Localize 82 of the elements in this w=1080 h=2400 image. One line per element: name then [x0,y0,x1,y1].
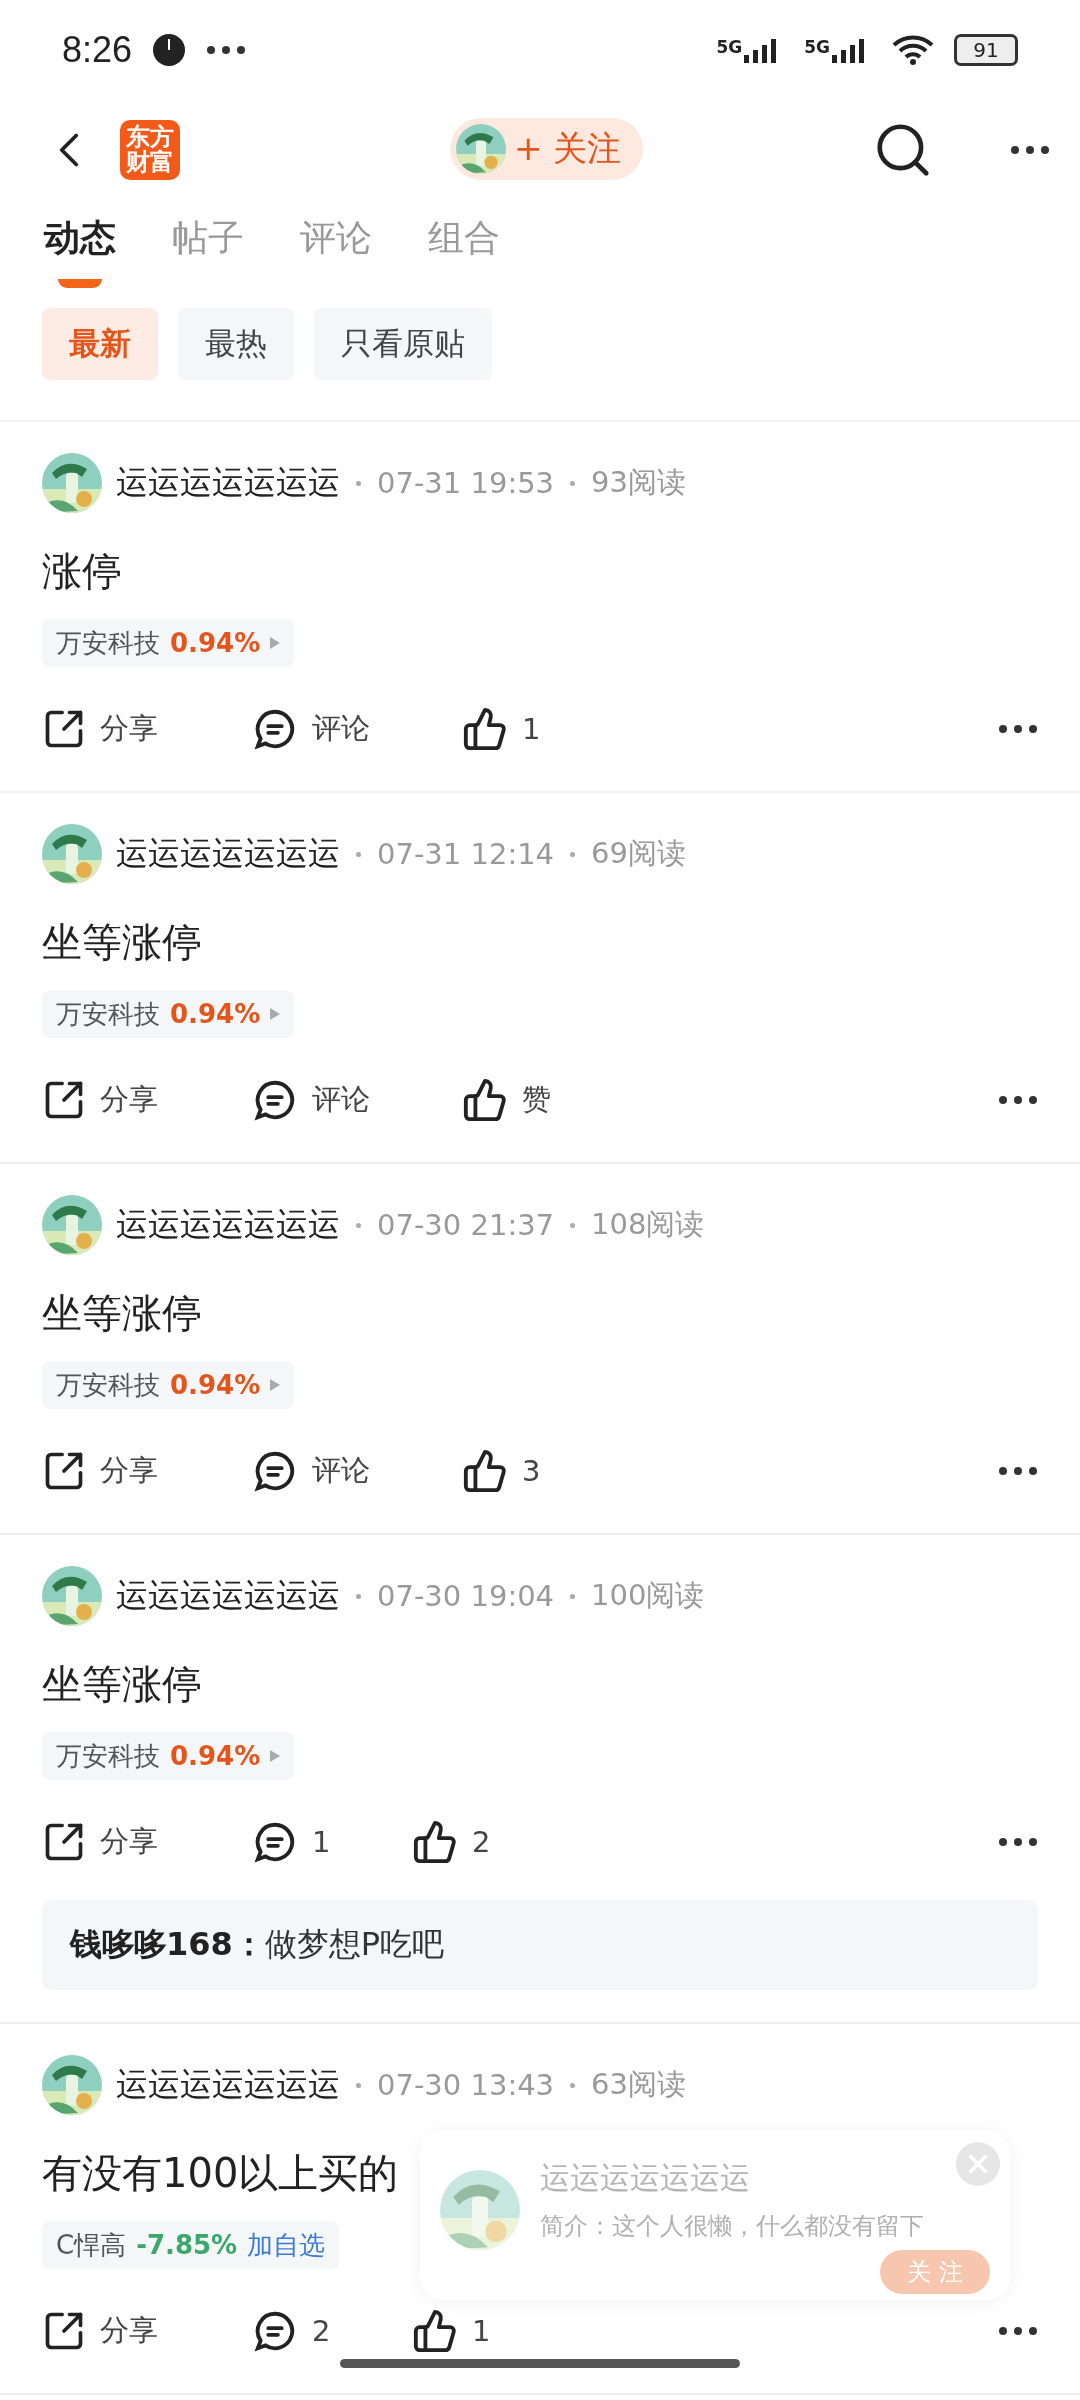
reply-preview[interactable]: 钱哆哆168：做梦想P吃吧 [42,1900,1038,1990]
author-name[interactable]: 运运运运运运运 [116,1203,340,1247]
caret-icon [270,637,281,649]
read-count: 108阅读 [591,1206,705,1243]
stock-name: 万安科技 [56,1739,160,1773]
like-label[interactable]: 1 [472,2314,491,2348]
like-icon[interactable] [462,706,508,752]
post-content: 坐等涨停 [42,1289,202,1338]
like-label[interactable]: 3 [522,1454,541,1488]
author-name[interactable]: 运运运运运运运 [116,2063,340,2107]
read-count: 100阅读 [591,1577,705,1614]
more-icon[interactable] [998,1837,1038,1847]
author-name[interactable]: 运运运运运运运 [116,1574,340,1618]
reply-user[interactable]: 钱哆哆168： [70,1923,265,1967]
wifi-icon [892,34,934,66]
stock-tag[interactable]: C悍高 -7.85% 加自选 [42,2221,340,2269]
post-time: 07-31 19:53 [377,466,555,500]
stock-change: 0.94% [170,999,261,1029]
filter-chip[interactable]: 最热 [178,308,294,380]
post-content: 坐等涨停 [42,918,202,967]
caret-icon [270,1750,281,1762]
share-label[interactable]: 分享 [100,2311,158,2351]
more-icon[interactable] [1010,145,1050,155]
comment-label[interactable]: 1 [312,1825,331,1859]
stock-change: 0.94% [170,1370,261,1400]
share-label[interactable]: 分享 [100,1080,158,1120]
tab[interactable]: 动态 [44,214,116,288]
post-time: 07-30 13:43 [377,2068,555,2102]
comment-label[interactable]: 评论 [312,1451,370,1491]
stock-tag[interactable]: 万安科技 0.94% [42,619,295,667]
comment-label[interactable]: 2 [312,2314,331,2348]
reply-text: 做梦想P吃吧 [264,1924,445,1965]
caret-icon [270,1379,281,1391]
post-content: 坐等涨停 [42,1660,202,1709]
more-icon[interactable] [206,45,247,55]
read-count: 93阅读 [591,464,686,501]
read-count: 63阅读 [591,2066,686,2103]
stock-name: 万安科技 [56,626,160,660]
popup-name: 运运运运运运运 [540,2159,750,2197]
more-icon[interactable] [998,724,1038,734]
popup-intro: 简介：这个人很懒，什么都没有留下 [540,2211,924,2242]
post-time: 07-30 19:04 [377,1579,555,1613]
battery-indicator: 91 [954,34,1018,66]
network-label: 5G [716,37,743,57]
stock-name: C悍高 [56,2228,127,2262]
post-content: 有没有100以上买的 [42,2149,399,2198]
post-content: 涨停 [42,547,122,596]
stock-name: 万安科技 [56,997,160,1031]
stock-tag[interactable]: 万安科技 0.94% [42,990,295,1038]
stock-tag[interactable]: 万安科技 0.94% [42,1732,295,1780]
post-time: 07-31 12:14 [377,837,555,871]
comment-label[interactable]: 评论 [312,1080,370,1120]
share-label[interactable]: 分享 [100,1451,158,1491]
app-logo: 东方财富 [120,120,180,180]
read-count: 69阅读 [591,835,686,872]
author-name[interactable]: 运运运运运运运 [116,461,340,505]
caret-icon [270,1008,281,1020]
like-icon[interactable] [462,1077,508,1123]
status-time: 8:26 [62,29,133,71]
like-icon[interactable] [412,2308,458,2354]
comment-label[interactable]: 评论 [312,709,370,749]
filter-chip[interactable]: 只看原贴 [314,308,492,380]
more-icon[interactable] [998,1466,1038,1476]
share-label[interactable]: 分享 [100,709,158,749]
like-label[interactable]: 赞 [522,1080,551,1120]
like-label[interactable]: 2 [472,1825,491,1859]
stock-change: 0.94% [170,1741,261,1771]
share-label[interactable]: 分享 [100,1822,158,1862]
like-label[interactable]: 1 [522,712,541,746]
add-watchlist-link[interactable]: 加自选 [247,2227,326,2263]
stock-tag[interactable]: 万安科技 0.94% [42,1361,295,1409]
more-icon[interactable] [998,1095,1038,1105]
more-icon[interactable] [998,2326,1038,2336]
like-icon[interactable] [462,1448,508,1494]
author-name[interactable]: 运运运运运运运 [116,832,340,876]
stock-name: 万安科技 [56,1368,160,1402]
stock-change: -7.85% [136,2230,238,2260]
network-label: 5G [804,37,830,57]
clock-icon [152,33,187,67]
like-icon[interactable] [412,1819,458,1865]
post-time: 07-30 21:37 [377,1208,555,1242]
stock-change: 0.94% [170,628,261,658]
